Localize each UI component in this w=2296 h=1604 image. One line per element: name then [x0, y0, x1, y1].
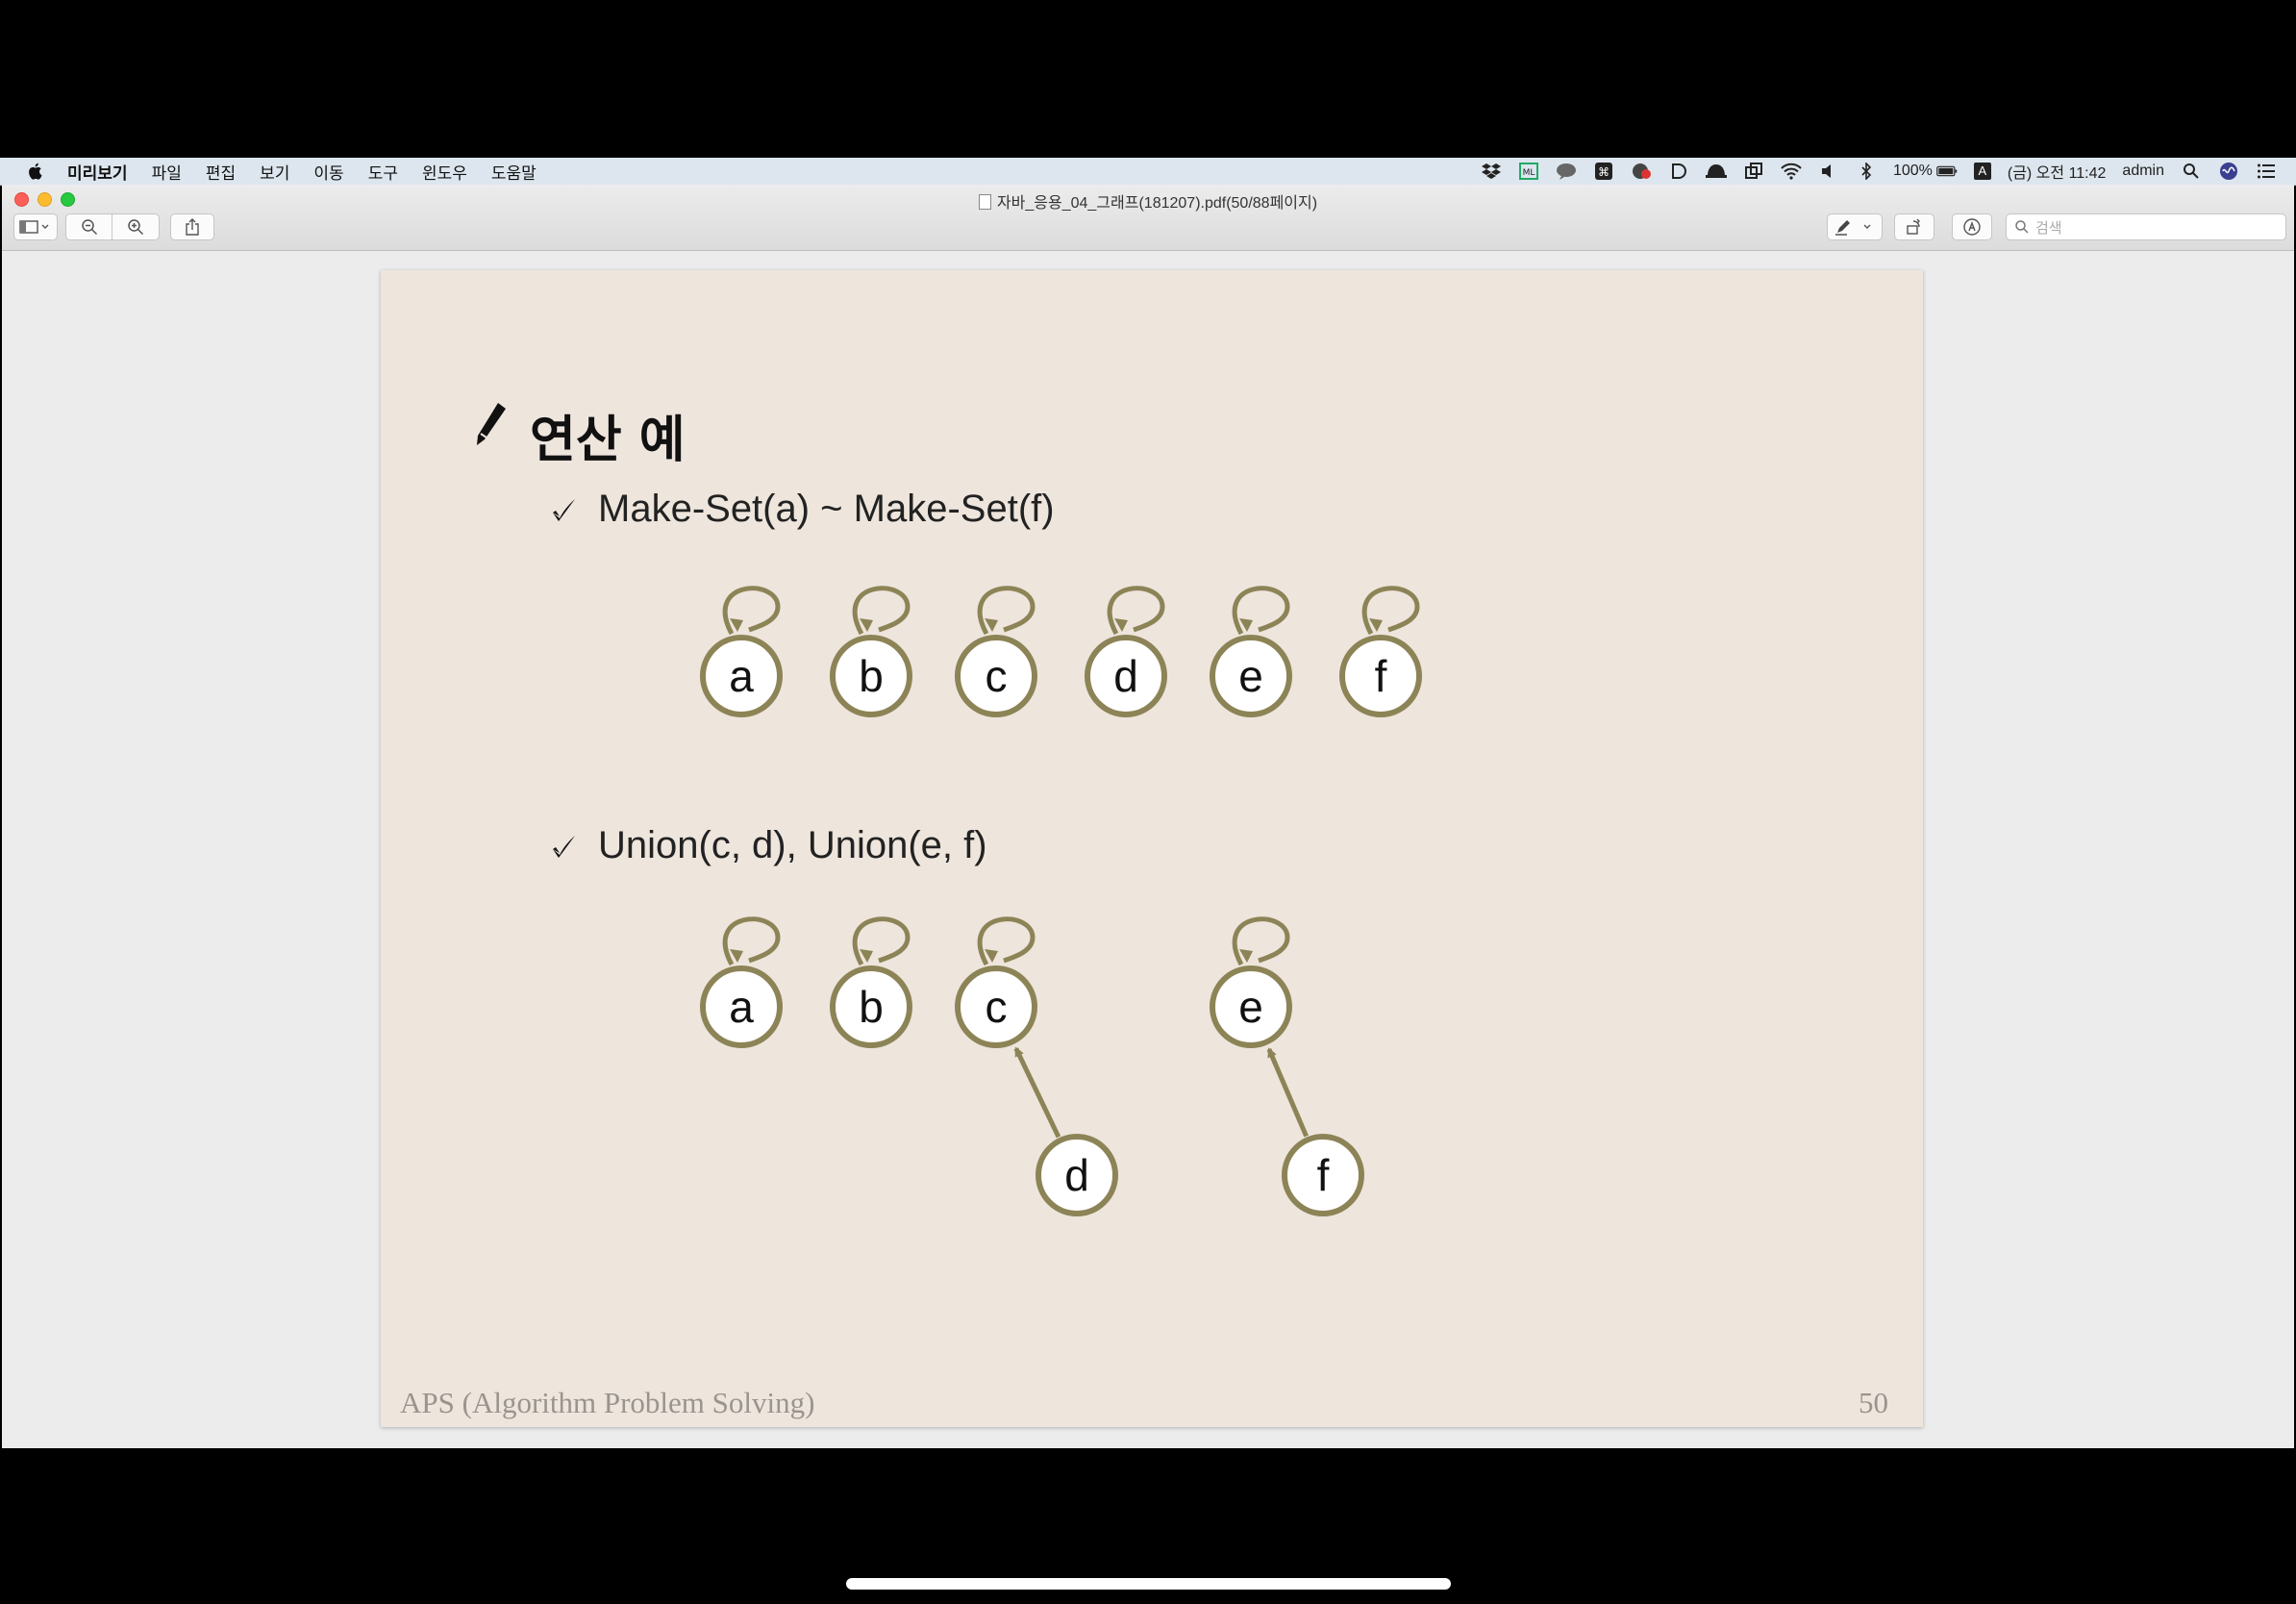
- node-a: a: [700, 586, 783, 717]
- node-c: c: [955, 586, 1037, 717]
- node-label: b: [859, 651, 884, 701]
- menu-file[interactable]: 파일: [152, 160, 182, 184]
- node-a: a: [700, 916, 783, 1048]
- rotate-icon: [1907, 218, 1920, 235]
- document-view[interactable]: 연산 예 Make-Set(a) ~ Make-Set(f) Union(c, …: [2, 251, 2294, 1448]
- dropbox-icon[interactable]: [1481, 163, 1502, 180]
- share-button[interactable]: [170, 213, 214, 240]
- volume-icon[interactable]: [1818, 163, 1839, 180]
- spotlight-icon[interactable]: [2181, 163, 2202, 180]
- node-f: f: [1339, 586, 1422, 717]
- edge-f-to-e: [1266, 1047, 1309, 1138]
- cloud-sync-icon[interactable]: [1631, 163, 1652, 180]
- self-loop-d: [1107, 586, 1165, 636]
- node-label: f: [1317, 1150, 1330, 1200]
- preview-window: 자바_응용_04_그래프(181207).pdf(50/88페이지) 검색 연산…: [2, 185, 2294, 1448]
- search-field[interactable]: 검색: [2006, 213, 2286, 240]
- node-e: e: [1210, 586, 1292, 717]
- menubar-clock[interactable]: (금) 오전 11:42: [2008, 163, 2107, 182]
- home-indicator[interactable]: [846, 1578, 1451, 1590]
- node-e: e: [1210, 916, 1292, 1048]
- hat-icon[interactable]: [1705, 163, 1727, 180]
- self-loop-a: [722, 916, 781, 966]
- menubar: 미리보기 파일 편집 보기 이동 도구 윈도우 도움말 ML ⌘ 100% A …: [0, 158, 2296, 186]
- menu-go[interactable]: 이동: [313, 160, 343, 184]
- svg-text:⌘: ⌘: [1598, 165, 1610, 179]
- self-loop-b: [852, 586, 911, 636]
- window-title: 자바_응용_04_그래프(181207).pdf(50/88페이지): [2, 189, 2294, 213]
- window-titlebar: 자바_응용_04_그래프(181207).pdf(50/88페이지) 검색: [2, 185, 2294, 251]
- menu-app-preview[interactable]: 미리보기: [67, 160, 128, 184]
- menu-view[interactable]: 보기: [260, 160, 289, 184]
- footer-course-name: APS (Algorithm Problem Solving): [400, 1386, 815, 1419]
- command-icon[interactable]: ⌘: [1593, 163, 1614, 180]
- search-placeholder: 검색: [2035, 219, 2062, 237]
- self-loop-e: [1232, 916, 1290, 966]
- node-label: e: [1238, 982, 1263, 1032]
- document-icon: [978, 194, 991, 210]
- share-icon: [186, 218, 199, 236]
- node-label: f: [1375, 651, 1387, 701]
- node-b: b: [830, 586, 912, 717]
- battery-percent: 100%: [1892, 163, 1933, 179]
- svg-text:ML: ML: [1523, 168, 1535, 178]
- node-label: a: [729, 982, 754, 1032]
- menu-help[interactable]: 도움말: [491, 160, 537, 184]
- menu-tools[interactable]: 도구: [368, 160, 398, 184]
- input-source-indicator[interactable]: A: [1973, 163, 1991, 180]
- self-loop-c: [977, 586, 1036, 636]
- node-label: d: [1064, 1150, 1089, 1200]
- annotate-icon: [1963, 218, 1981, 236]
- ml-menu-icon[interactable]: ML: [1518, 163, 1539, 180]
- node-b: b: [830, 916, 912, 1048]
- self-loop-c: [977, 916, 1036, 966]
- node-label: b: [859, 982, 884, 1032]
- markup-pen-button[interactable]: [1827, 213, 1883, 240]
- node-label: d: [1113, 651, 1138, 701]
- self-loop-a: [722, 586, 781, 636]
- battery-icon[interactable]: [1936, 163, 1958, 180]
- sidebar-toggle-icon: [19, 220, 49, 234]
- node-c: c: [955, 916, 1037, 1048]
- pdf-page: 연산 예 Make-Set(a) ~ Make-Set(f) Union(c, …: [381, 270, 1923, 1427]
- status-menus: ML ⌘ 100% A (금) 오전 11:42 admin: [1464, 158, 2277, 185]
- annotate-button[interactable]: [1952, 213, 1992, 240]
- node-label: a: [729, 651, 754, 701]
- union-diagram: a b c e d f: [700, 916, 1364, 1216]
- siri-icon[interactable]: [2218, 163, 2239, 180]
- rotate-button[interactable]: [1894, 213, 1934, 240]
- chat-app-icon[interactable]: [1556, 163, 1577, 180]
- disjoint-set-diagram: a b c d e f a b c e d f: [700, 586, 1422, 1216]
- node-label: e: [1238, 651, 1263, 701]
- menu-edit[interactable]: 편집: [206, 160, 236, 184]
- self-loop-b: [852, 916, 911, 966]
- self-loop-e: [1232, 586, 1290, 636]
- search-icon: [2015, 220, 2029, 234]
- menubar-user[interactable]: admin: [2122, 163, 2164, 180]
- dict-d-icon[interactable]: [1668, 163, 1689, 180]
- node-d: d: [1085, 586, 1167, 717]
- node-d: d: [1036, 1134, 1118, 1216]
- edge-d-to-c: [1013, 1046, 1061, 1139]
- self-loop-f: [1361, 586, 1420, 636]
- node-label: c: [986, 982, 1008, 1032]
- zoom-in-icon: [128, 219, 144, 236]
- markup-pen-icon: [1835, 220, 1871, 236]
- zoom-out-button[interactable]: [65, 213, 113, 240]
- zoom-out-icon: [82, 219, 98, 236]
- zoom-in-button[interactable]: [112, 213, 160, 240]
- sidebar-toggle-button[interactable]: [13, 213, 58, 240]
- screens-icon[interactable]: [1743, 163, 1764, 180]
- page-number: 50: [1859, 1386, 1888, 1419]
- bluetooth-icon[interactable]: [1856, 163, 1877, 180]
- notification-center-icon[interactable]: [2256, 163, 2277, 180]
- make-set-diagram: a b c d e f: [700, 586, 1422, 717]
- menu-window[interactable]: 윈도우: [422, 160, 467, 184]
- window-title-text: 자바_응용_04_그래프(181207).pdf(50/88페이지): [996, 195, 1318, 212]
- wifi-icon[interactable]: [1781, 163, 1802, 180]
- node-label: c: [986, 651, 1008, 701]
- apple-icon[interactable]: [25, 161, 46, 182]
- node-f: f: [1282, 1134, 1364, 1216]
